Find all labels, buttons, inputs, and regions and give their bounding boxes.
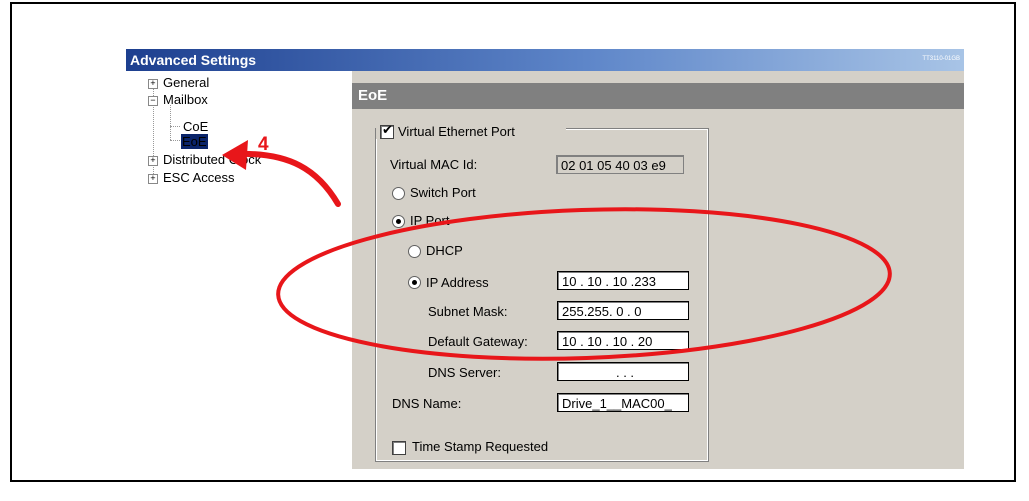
time-stamp-label: Time Stamp Requested: [412, 439, 549, 454]
dns-server-field[interactable]: . . .: [557, 362, 689, 381]
dns-name-field[interactable]: Drive_1__MAC00_: [557, 393, 689, 412]
title-bar: Advanced Settings TT3110-01GB: [126, 49, 964, 71]
expand-icon[interactable]: +: [148, 79, 158, 89]
virtual-ethernet-label: Virtual Ethernet Port: [398, 124, 515, 139]
tree-item-distributed-clock[interactable]: Distributed Clock: [163, 152, 261, 167]
virtual-ethernet-checkbox[interactable]: ✔: [380, 123, 394, 139]
settings-tree: + General − Mailbox CoE EoE + Distribute…: [126, 71, 346, 469]
ip-port-radio[interactable]: [392, 215, 405, 228]
switch-port-label: Switch Port: [410, 185, 476, 200]
tree-connector: [170, 126, 180, 127]
switch-port-radio[interactable]: [392, 187, 405, 200]
checkmark-icon: ✔: [382, 123, 393, 138]
advanced-settings-window: Advanced Settings TT3110-01GB + General …: [126, 49, 964, 469]
ip-address-field[interactable]: 10 . 10 . 10 .233: [557, 271, 689, 290]
dns-name-label: DNS Name:: [392, 396, 462, 411]
expand-icon[interactable]: +: [148, 174, 158, 184]
document-id: TT3110-01GB: [922, 56, 960, 62]
eoe-panel: EoE ✔ Virtual Ethernet Port Virtual MAC …: [352, 71, 964, 469]
tree-item-coe[interactable]: CoE: [183, 119, 208, 134]
virtual-mac-field: 02 01 05 40 03 e9: [556, 155, 684, 174]
window-title: Advanced Settings: [130, 52, 257, 68]
panel-header: EoE: [352, 83, 964, 109]
tree-connector: [170, 140, 180, 141]
ip-address-radio[interactable]: [408, 276, 421, 289]
tree-item-general[interactable]: General: [163, 75, 209, 90]
dhcp-radio[interactable]: [408, 245, 421, 258]
tree-item-eoe[interactable]: EoE: [181, 134, 208, 149]
dns-server-label: DNS Server:: [428, 365, 501, 380]
tree-item-esc-access[interactable]: ESC Access: [163, 170, 235, 185]
subnet-mask-field[interactable]: 255.255. 0 . 0: [557, 301, 689, 320]
time-stamp-checkbox[interactable]: [392, 441, 406, 455]
collapse-icon[interactable]: −: [148, 96, 158, 106]
default-gateway-field[interactable]: 10 . 10 . 10 . 20: [557, 331, 689, 350]
tree-connector: [170, 105, 171, 140]
tree-item-mailbox[interactable]: Mailbox: [163, 92, 208, 107]
dhcp-label: DHCP: [426, 243, 463, 258]
virtual-mac-label: Virtual MAC Id:: [390, 157, 478, 172]
radio-selected-dot: [412, 280, 417, 285]
default-gateway-label: Default Gateway:: [428, 334, 528, 349]
panel-title: EoE: [358, 87, 388, 104]
radio-selected-dot: [396, 219, 401, 224]
expand-icon[interactable]: +: [148, 156, 158, 166]
ip-port-label: IP Port: [410, 213, 450, 228]
subnet-mask-label: Subnet Mask:: [428, 304, 508, 319]
ip-address-label: IP Address: [426, 275, 489, 290]
